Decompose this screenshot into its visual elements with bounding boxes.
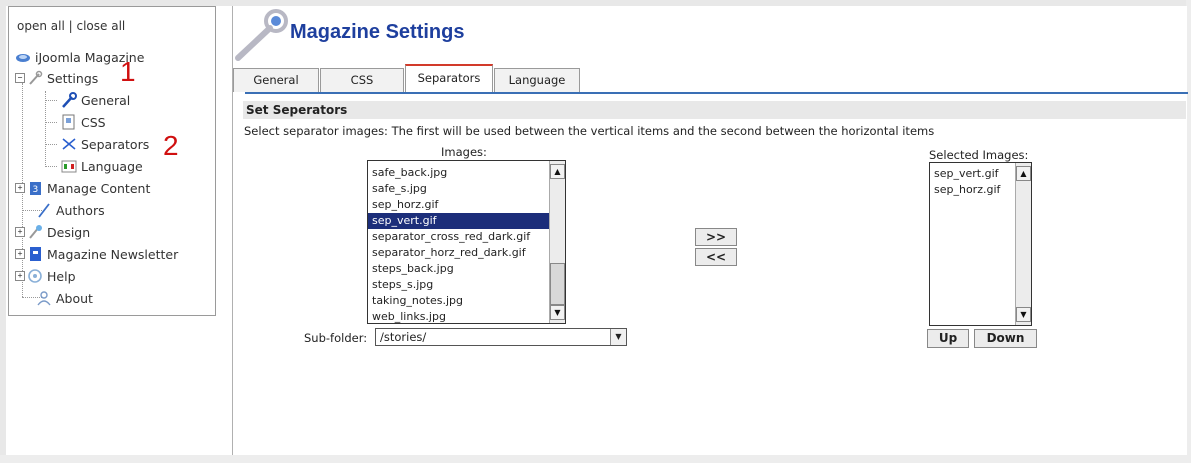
newsletter-icon bbox=[27, 246, 43, 262]
subfolder-value: /stories/ bbox=[380, 330, 427, 344]
tree-item-about[interactable]: About bbox=[36, 288, 93, 308]
tab-separators[interactable]: Separators bbox=[405, 64, 493, 92]
tree-item-settings[interactable]: − Settings bbox=[15, 68, 98, 88]
tree-item-label: Authors bbox=[56, 202, 105, 218]
image-option[interactable]: separator_horz_red_dark.gif bbox=[368, 245, 565, 261]
image-option[interactable]: web_links.jpg bbox=[368, 309, 565, 323]
add-to-selected-button[interactable]: >> bbox=[695, 228, 737, 246]
scissors-icon bbox=[61, 136, 77, 152]
tree-item-label: Language bbox=[81, 158, 143, 174]
expand-toggle-icon[interactable]: + bbox=[15, 183, 25, 193]
tree-connector bbox=[45, 91, 46, 167]
tree-item-label: Magazine Newsletter bbox=[47, 246, 179, 262]
tree-item-authors[interactable]: Authors bbox=[36, 200, 105, 220]
scroll-down-icon[interactable]: ▼ bbox=[550, 305, 565, 320]
move-down-button[interactable]: Down bbox=[974, 329, 1037, 348]
image-option[interactable]: taking_notes.jpg bbox=[368, 293, 565, 309]
window-frame-left bbox=[0, 0, 6, 463]
image-option-selected[interactable]: sep_vert.gif bbox=[368, 213, 565, 229]
tree-item-label: Help bbox=[47, 268, 76, 284]
scroll-up-icon[interactable]: ▲ bbox=[550, 164, 565, 179]
collapse-toggle-icon[interactable]: − bbox=[15, 73, 25, 83]
navigation-tree-panel: open all | close all iJoomla Magazine − … bbox=[8, 6, 216, 316]
expand-toggle-icon[interactable]: + bbox=[15, 249, 25, 259]
annotation-2: 2 bbox=[163, 130, 179, 161]
tree-connector bbox=[45, 144, 57, 145]
section-description: Select separator images: The first will … bbox=[244, 124, 935, 138]
image-option[interactable]: steps_back.jpg bbox=[368, 261, 565, 277]
expand-toggle-icon[interactable]: + bbox=[15, 227, 25, 237]
tree-item-css[interactable]: CSS bbox=[61, 112, 106, 132]
tree-connector bbox=[45, 166, 57, 167]
tab-underline bbox=[245, 92, 1188, 94]
close-all-link[interactable]: close all bbox=[77, 19, 126, 33]
image-option[interactable]: safe_s.jpg bbox=[368, 181, 565, 197]
tree-expand-links: open all | close all bbox=[17, 19, 125, 33]
tree-item-magazine-newsletter[interactable]: + Magazine Newsletter bbox=[15, 244, 178, 264]
tree-item-label: Separators bbox=[81, 136, 150, 152]
svg-text:3: 3 bbox=[33, 185, 39, 195]
tab-general[interactable]: General bbox=[233, 68, 319, 92]
magazine-logo-icon bbox=[15, 49, 31, 65]
tree-item-label: About bbox=[56, 290, 93, 306]
scroll-thumb[interactable] bbox=[550, 263, 565, 305]
content-manager-icon: 3 bbox=[27, 180, 43, 196]
remove-from-selected-button[interactable]: << bbox=[695, 248, 737, 266]
language-flag-icon bbox=[61, 158, 77, 174]
scroll-up-icon[interactable]: ▲ bbox=[1016, 166, 1031, 181]
tree-item-manage-content[interactable]: + 3 Manage Content bbox=[15, 178, 150, 198]
tree-item-general[interactable]: General bbox=[61, 90, 130, 110]
open-all-link[interactable]: open all bbox=[17, 19, 65, 33]
tree-item-separators[interactable]: Separators bbox=[61, 134, 149, 154]
tree-connector bbox=[45, 100, 57, 101]
wrench-logo-icon bbox=[232, 8, 292, 64]
tree-item-language[interactable]: Language bbox=[61, 156, 143, 176]
section-header: Set Seperators bbox=[243, 101, 1186, 119]
move-up-button[interactable]: Up bbox=[927, 329, 969, 348]
tree-item-help[interactable]: + Help bbox=[15, 266, 76, 286]
subfolder-select[interactable]: /stories/ ▼ bbox=[375, 328, 627, 346]
selected-images-listbox[interactable]: sep_vert.gif sep_horz.gif ▲ ▼ bbox=[929, 162, 1032, 326]
wrench-icon bbox=[61, 92, 77, 108]
document-icon bbox=[61, 114, 77, 130]
tree-item-design[interactable]: + Design bbox=[15, 222, 90, 242]
image-option[interactable]: safe_back.jpg bbox=[368, 165, 565, 181]
selected-images-label: Selected Images: bbox=[929, 148, 1029, 162]
annotation-1: 1 bbox=[120, 56, 136, 87]
image-option[interactable]: sep_horz.gif bbox=[368, 197, 565, 213]
person-icon bbox=[36, 290, 52, 306]
chevron-down-icon[interactable]: ▼ bbox=[610, 329, 626, 345]
tree-item-label: Manage Content bbox=[47, 180, 151, 196]
window-frame-bottom bbox=[0, 455, 1191, 463]
wrench-icon bbox=[27, 70, 43, 86]
images-label: Images: bbox=[441, 145, 487, 159]
expand-toggle-icon[interactable]: + bbox=[15, 271, 25, 281]
tree-connector bbox=[45, 122, 57, 123]
image-option[interactable]: steps_s.jpg bbox=[368, 277, 565, 293]
image-option[interactable]: separator_cross_red_dark.gif bbox=[368, 229, 565, 245]
images-scrollbar[interactable]: ▲ ▼ bbox=[549, 161, 565, 323]
tree-item-label: CSS bbox=[81, 114, 106, 130]
scroll-down-icon[interactable]: ▼ bbox=[1016, 307, 1031, 322]
pen-icon bbox=[36, 202, 52, 218]
images-listbox[interactable]: safe_back.jpg safe_s.jpg sep_horz.gif se… bbox=[367, 160, 566, 324]
paintbrush-icon bbox=[27, 224, 43, 240]
selected-images-scrollbar[interactable]: ▲ ▼ bbox=[1015, 163, 1031, 325]
tab-language[interactable]: Language bbox=[494, 68, 580, 92]
tree-item-label: Design bbox=[47, 224, 91, 240]
help-icon bbox=[27, 268, 43, 284]
tab-css[interactable]: CSS bbox=[320, 68, 404, 92]
tree-item-label: Settings bbox=[47, 70, 99, 86]
tree-item-label: General bbox=[81, 92, 131, 108]
link-separator: | bbox=[68, 19, 73, 33]
page-title: Magazine Settings bbox=[290, 21, 465, 43]
subfolder-label: Sub-folder: bbox=[304, 331, 368, 345]
